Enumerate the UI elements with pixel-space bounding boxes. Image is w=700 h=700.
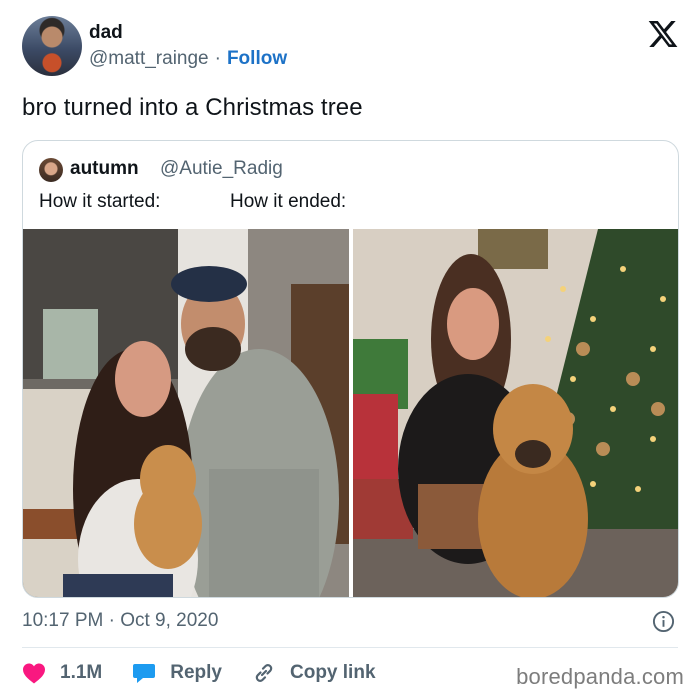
quoted-tweet[interactable]: autumn @Autie_Radig How it started: How … [22,140,679,598]
like-count: 1.1M [60,662,103,683]
reply-label: Reply [170,662,222,683]
speech-bubble-icon [133,664,156,683]
follow-link[interactable]: Follow [227,48,287,69]
author-avatar[interactable] [22,16,82,76]
quoted-author-avatar [39,158,63,182]
tweet-text: bro turned into a Christmas tree [22,94,363,121]
link-icon [255,664,273,682]
quoted-text-ended: How it ended: [230,191,347,212]
tweet-header: dad @matt_rainge · Follow [22,16,680,78]
tweet-timestamp[interactable]: 10:17 PM · Oct 9, 2020 [22,610,218,632]
like-button[interactable]: 1.1M [22,662,102,684]
separator-dot: · [214,48,221,69]
x-logo-icon[interactable] [646,18,680,50]
heart-icon [23,663,45,684]
photo-how-it-ended[interactable] [353,229,678,597]
quoted-text-started: How it started: [39,191,161,212]
copy-link-label: Copy link [290,662,376,683]
quoted-author-handle: @Autie_Radig [160,158,283,179]
reply-button[interactable]: Reply [132,662,222,684]
author-display-name[interactable]: dad [89,22,123,44]
photo-how-it-started[interactable] [23,229,349,597]
copy-link-button[interactable]: Copy link [252,661,376,685]
info-icon[interactable] [652,610,675,633]
quoted-author-name: autumn [70,158,139,179]
author-handle[interactable]: @matt_rainge [89,48,209,69]
action-bar: 1.1M Reply Copy link [22,658,406,688]
divider [22,647,678,648]
watermark: boredpanda.com [516,664,684,689]
author-handle-row: @matt_rainge · Follow [89,48,287,70]
